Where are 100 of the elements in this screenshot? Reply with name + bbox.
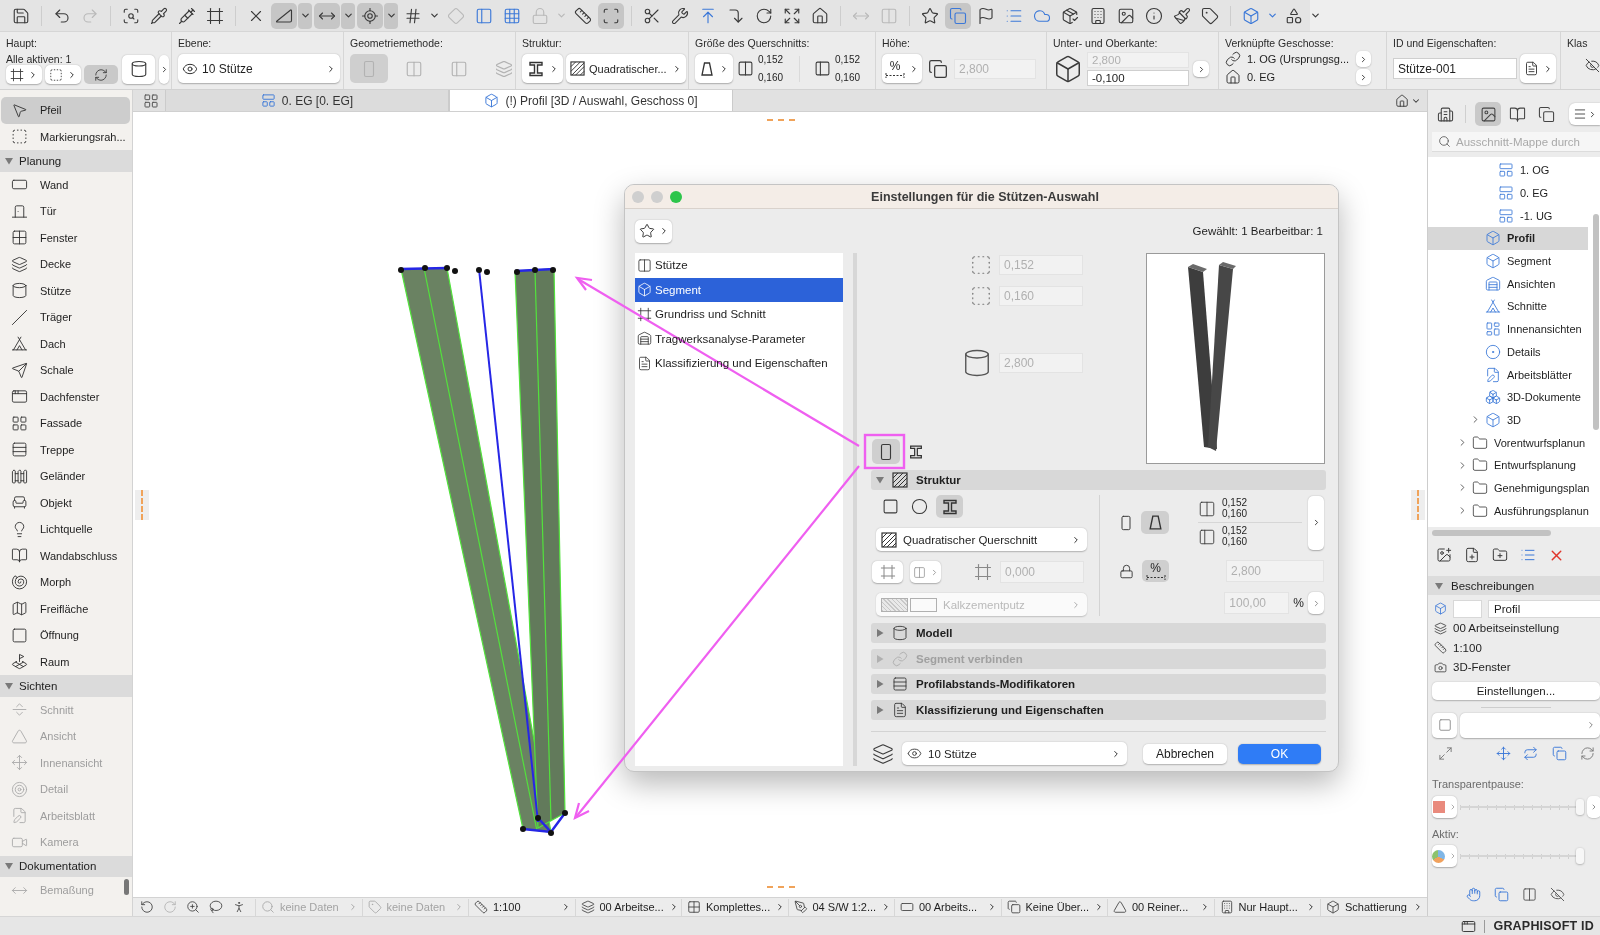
menu-caret-button[interactable] — [298, 2, 312, 29]
favorites-button[interactable] — [635, 219, 672, 243]
tool-item[interactable]: Stütze — [1, 277, 130, 304]
tree-item[interactable]: Ausführungsplanun — [1428, 499, 1588, 522]
triangle-down-icon[interactable] — [5, 156, 13, 165]
tool-item[interactable]: Träger — [1, 304, 130, 331]
panel-menu-button[interactable] — [1569, 103, 1600, 125]
profile-dropdown[interactable]: Quadratischer... — [566, 54, 686, 83]
structure-type-button[interactable] — [522, 54, 563, 83]
status-selector[interactable]: 00 Arbeits... — [894, 898, 1001, 916]
pie-button[interactable] — [1432, 845, 1457, 867]
tree-item[interactable]: 1. OG — [1428, 159, 1588, 182]
tree-item[interactable]: Segment — [1428, 249, 1588, 273]
tool-item[interactable]: Wandabschluss — [1, 542, 130, 569]
tool-item[interactable]: Treppe — [1, 436, 130, 463]
tree-item[interactable]: Schnitte — [1428, 295, 1588, 318]
tool-group-header[interactable]: Planung — [0, 150, 132, 172]
section-header[interactable]: Klassifizierung und Eigenschaften — [871, 699, 1326, 720]
profile-dropdown[interactable]: Quadratischer Querschnitt — [876, 528, 1087, 551]
tool-item[interactable]: Decke — [1, 251, 130, 278]
id-field[interactable]: Stütze-001 — [1393, 58, 1517, 79]
frame-button[interactable] — [6, 65, 42, 84]
scrollbar-thumb[interactable] — [1432, 530, 1551, 536]
tree-item[interactable]: Ansichten — [1428, 272, 1588, 296]
taper-button[interactable] — [695, 54, 733, 83]
status-selector[interactable]: 1:100 — [468, 898, 575, 916]
tree-item[interactable]: -1. UG — [1428, 204, 1588, 228]
horizontal-arrows-button[interactable] — [314, 2, 340, 29]
scrollbar-thumb[interactable] — [124, 879, 129, 895]
document-tab[interactable]: 0. EG [0. EG] — [165, 90, 449, 111]
percent-button[interactable]: % — [1142, 560, 1169, 582]
layer-dropdown[interactable]: 10 Stütze — [178, 54, 340, 83]
crosshair-button[interactable] — [357, 2, 383, 29]
properties-button[interactable] — [1520, 54, 1556, 83]
triangle-down-icon[interactable] — [5, 681, 13, 690]
slider-thumb[interactable] — [1576, 848, 1584, 864]
tree-item[interactable]: Arbeitsblätter — [1428, 363, 1588, 386]
color-button[interactable] — [1432, 796, 1457, 818]
tool-item[interactable]: Objekt — [1, 489, 130, 516]
page-item[interactable]: Grundriss und Schnitt — [635, 302, 843, 327]
tool-group-header[interactable]: Dokumentation — [0, 855, 132, 877]
page-item[interactable]: Segment — [635, 277, 843, 302]
triangle-down-icon[interactable] — [1435, 581, 1443, 590]
tree-item[interactable]: 3D — [1428, 408, 1588, 432]
tree-item[interactable]: Entwurfsplanung — [1428, 453, 1588, 477]
section-header[interactable]: Profilabstands-Modifikatoren — [871, 674, 1326, 694]
triangle-right-icon[interactable] — [876, 629, 884, 637]
confirm-button[interactable]: OK — [1238, 743, 1321, 764]
status-selector[interactable]: Komplettes... — [681, 898, 788, 916]
tree-item[interactable]: Profil — [1428, 227, 1588, 250]
triangle-down-icon[interactable] — [876, 476, 884, 484]
shape-button[interactable] — [936, 495, 963, 518]
height-mode-button[interactable]: % — [882, 54, 922, 83]
menu-caret-button[interactable] — [341, 2, 355, 29]
document-tab[interactable]: (!) Profil [3D / Auswahl, Geschoss 0] — [449, 90, 733, 111]
right-triangle-button[interactable] — [271, 2, 297, 29]
tool-item[interactable]: Lichtquelle — [1, 516, 130, 543]
scan-frame-button[interactable] — [598, 2, 624, 29]
tree-item[interactable]: Innenansichten — [1428, 317, 1588, 341]
bottom-elevation-field[interactable]: -0,100 — [1087, 70, 1189, 86]
taper-button[interactable] — [1141, 511, 1169, 534]
column-tool-button[interactable] — [122, 54, 155, 84]
tool-item[interactable]: Morph — [1, 569, 130, 596]
dashed-square-button[interactable] — [45, 65, 81, 84]
id-field[interactable] — [1453, 599, 1482, 618]
refresh-button[interactable] — [84, 65, 118, 84]
name-field[interactable]: Profil — [1488, 599, 1600, 618]
page-item[interactable]: Stütze — [635, 253, 843, 278]
tool-item[interactable]: Geländer — [1, 463, 130, 490]
section-header[interactable]: Modell — [871, 623, 1326, 643]
menu-caret-button[interactable] — [384, 2, 398, 29]
slider-thumb[interactable] — [1576, 799, 1584, 815]
search-field[interactable]: Ausschnitt-Mappe durch — [1432, 132, 1600, 152]
copy-button[interactable] — [945, 2, 971, 29]
zoom-button[interactable] — [670, 190, 682, 203]
status-selector[interactable]: 00 Arbeitse... — [574, 898, 681, 916]
cancel-button[interactable]: Abbrechen — [1143, 743, 1227, 764]
tool-group-header[interactable]: Sichten — [0, 675, 132, 697]
status-selector[interactable]: 04 S/W 1:2... — [787, 898, 894, 916]
tool-item[interactable]: Öffnung — [1, 622, 130, 649]
tool-item[interactable]: Schale — [1, 357, 130, 384]
tool-item[interactable]: Tür — [1, 198, 130, 225]
status-selector[interactable]: 00 Reiner... — [1107, 898, 1214, 916]
tool-item[interactable]: Raum — [1, 648, 130, 675]
columns-menu-button[interactable] — [910, 561, 941, 583]
tree-item[interactable]: 3D-Dokumente — [1428, 385, 1588, 409]
tool-item[interactable]: Markierungsrah... — [1, 123, 130, 150]
triangle-down-icon[interactable] — [5, 862, 13, 871]
map-tab[interactable] — [1475, 102, 1501, 126]
view-square-button[interactable] — [1432, 712, 1457, 738]
tool-item[interactable]: Freifläche — [1, 595, 130, 622]
tool-item[interactable]: Pfeil — [1, 97, 130, 124]
section-header[interactable]: Struktur — [871, 470, 1326, 490]
status-selector[interactable]: Schattierung — [1320, 898, 1427, 916]
tree-item[interactable]: Vorentwurfsplanun — [1428, 431, 1588, 454]
status-selector[interactable]: Nur Haupt... — [1213, 898, 1320, 916]
status-selector[interactable]: Keine Über... — [1000, 898, 1107, 916]
tree-item[interactable]: Details — [1428, 340, 1588, 364]
scrollbar-thumb[interactable] — [1593, 214, 1599, 430]
segment-type-button[interactable] — [872, 439, 900, 464]
